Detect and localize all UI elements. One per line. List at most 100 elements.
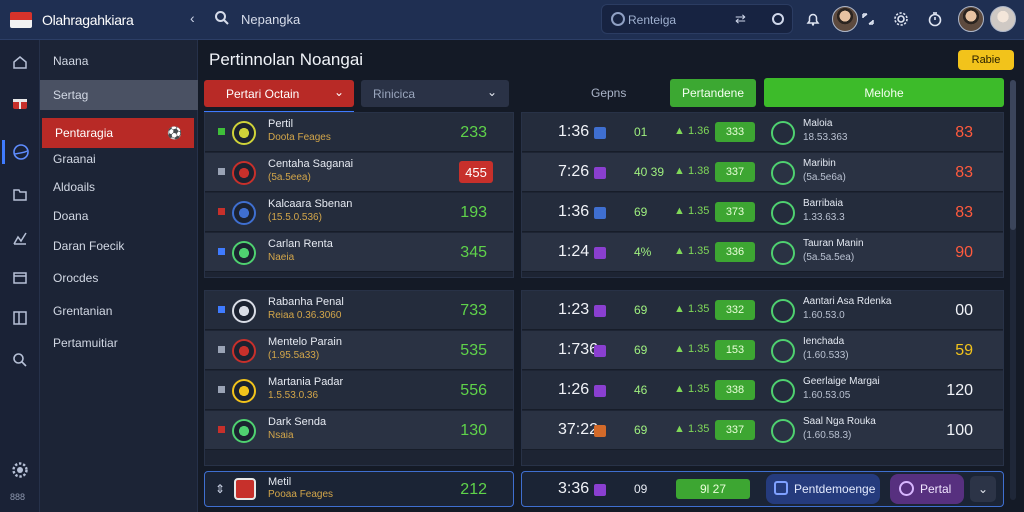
status-marker (218, 306, 225, 313)
odds-pill[interactable]: 338 (715, 380, 755, 400)
team-crest (234, 478, 256, 500)
team-score: 733 (460, 302, 487, 319)
table-row[interactable]: 1:36 01 ▲ 1.36 333 Maloia 18.53.363 83 (522, 113, 1003, 152)
table-row[interactable]: 7:26 40 39 ▲ 1.38 337 Maribin (5a.5e6a) 83 (522, 153, 1003, 192)
odds-pill[interactable]: 153 (715, 340, 755, 360)
team-value: 100 (946, 422, 973, 439)
globe-icon[interactable] (2, 140, 36, 164)
table-row[interactable]: 1:24 4% ▲ 1.35 336 Tauran Manin (5a.5a.5ea) 90 (522, 233, 1003, 272)
sidebar-item-daran-foecik[interactable]: Daran Foecik (40, 231, 198, 261)
odds-pill[interactable]: 373 (715, 202, 755, 222)
table-row[interactable]: Carlan Renta Naeia 345 (205, 233, 513, 272)
gift-icon[interactable] (8, 90, 32, 114)
avatar[interactable] (832, 6, 858, 32)
expand-icon[interactable] (857, 8, 879, 30)
footer-right-card[interactable]: 3:36 09 9l 27 Pentdemoenge Pertal ⌄ (521, 471, 1004, 507)
melohe-button[interactable]: Melohe (764, 78, 1004, 107)
sidebar-item-grentanian[interactable]: Grentanian (40, 296, 198, 326)
team-sub: (5a.5a.5ea) (803, 252, 855, 263)
team-crest (771, 161, 795, 185)
odds-pill-label: 337 (725, 166, 745, 178)
settings-icon[interactable] (890, 8, 912, 30)
odds-pill[interactable]: 336 (715, 242, 755, 262)
sidebar-item-doana[interactable]: Doana (40, 201, 198, 231)
team-sub: (5a.5e6a) (803, 172, 846, 183)
sidebar-item-orocdes[interactable]: Orocdes (40, 263, 198, 293)
window-icon[interactable] (8, 266, 32, 290)
table-row[interactable]: Pertil Doota Feages 233 (205, 113, 513, 152)
search-icon[interactable] (8, 348, 32, 372)
status-marker (218, 426, 225, 433)
sidebar-item-sertag[interactable]: Sertag (40, 80, 198, 110)
table-row[interactable]: Mentelo Parain (1.95.5a33) 535 (205, 331, 513, 370)
team-name: Barribaia (803, 198, 844, 209)
status-square (594, 425, 606, 437)
table-row[interactable]: 1:26 46 ▲ 1.35 338 Geerlaige Margai 1.60.53.0… (522, 371, 1003, 410)
app-name: Olahragahkiara (42, 12, 134, 28)
odds-pill-label: 337 (725, 424, 745, 436)
chevron-down-icon: ⌄ (486, 85, 497, 99)
folder-icon[interactable] (8, 182, 32, 206)
match-time: 1:36 (558, 203, 590, 220)
table-row[interactable]: Kalcaara Sbenan (15.5.0.536) 193 (205, 193, 513, 232)
home-icon[interactable] (8, 50, 32, 74)
team-score: 193 (460, 204, 487, 221)
expand-icon[interactable]: ⇕ (215, 482, 225, 496)
sidebar-item-label: Graanai (53, 152, 96, 166)
team-crest (232, 161, 256, 185)
secondary-dropdown[interactable]: Rinicica ⌄ (361, 80, 509, 107)
team-score[interactable]: 455 (459, 161, 493, 183)
live-badge[interactable]: Rabie (958, 50, 1014, 70)
team-crest (771, 299, 795, 323)
filter-dropdown[interactable]: Pertari Octain ⌄ (204, 80, 354, 107)
table-row[interactable]: Centaha Saganai (5a.5eea) 455 (205, 153, 513, 192)
brand[interactable]: Olahragahkiara (0, 0, 182, 40)
sidebar-item-graanai[interactable]: Graanai (40, 144, 198, 174)
chart-icon[interactable] (8, 226, 32, 250)
timer-icon[interactable] (924, 8, 946, 30)
table-row[interactable]: 1:736 69 ▲ 1.35 153 Ienchada (1.60.533) 59 (522, 331, 1003, 370)
search-query[interactable]: Nepangka (241, 12, 300, 27)
team-sub: (1.60.533) (803, 350, 849, 361)
scrollbar-thumb[interactable] (1010, 80, 1016, 230)
sidebar-item-aldoails[interactable]: Aldoails (40, 172, 198, 202)
table-row[interactable]: 1:36 69 ▲ 1.35 373 Barribaia 1.33.63.3 83 (522, 193, 1003, 232)
layout-icon[interactable] (8, 306, 32, 330)
odds-pill[interactable]: 333 (715, 122, 755, 142)
avatar[interactable] (958, 6, 984, 32)
sidebar-item-naana[interactable]: Naana (40, 46, 198, 76)
match-time: 3:36 (558, 480, 590, 497)
odds-pill[interactable]: 337 (715, 420, 755, 440)
table-row[interactable]: 1:23 69 ▲ 1.35 332 Aantari Asa Rdenka 1.60.53… (522, 291, 1003, 330)
search-icon (611, 12, 625, 26)
shuffle-icon[interactable]: ⇄ (735, 11, 746, 27)
search-icon[interactable] (214, 10, 230, 26)
pentdemoenge-button[interactable]: Pentdemoenge (766, 474, 880, 504)
main-content: Pertinnolan Noangai Rabie Pertari Octain… (198, 40, 1024, 512)
sidebar-item-pertamuitiar[interactable]: Pertamuitiar (40, 328, 198, 358)
odds-pill[interactable]: 9l 27 (676, 479, 750, 499)
odds-pill[interactable]: 337 (715, 162, 755, 182)
status-square (594, 345, 606, 357)
table-row[interactable]: Rabanha Penal Reiaa 0.36.3060 733 (205, 291, 513, 330)
trend-indicator: ▲ 1.35 (674, 205, 710, 217)
odds-pill-label: 153 (725, 344, 745, 356)
pertandene-button[interactable]: Pertandene (670, 79, 756, 107)
table-row[interactable]: Dark Senda Nsaia 130 (205, 411, 513, 450)
record-icon[interactable] (772, 13, 784, 25)
bell-icon[interactable] (802, 8, 824, 30)
team-value: 83 (955, 164, 973, 181)
footer-left-card[interactable]: ⇕ Metil Pooaa Feages 212 (204, 471, 514, 507)
page-title: Pertinnolan Noangai (209, 50, 364, 69)
table-row[interactable]: 37:22 69 ▲ 1.35 337 Saal Nga Rouka (1.60.58.3… (522, 411, 1003, 450)
settings-icon[interactable] (8, 458, 32, 482)
scrollbar[interactable] (1010, 80, 1016, 500)
chevron-down-button[interactable]: ⌄ (970, 476, 996, 502)
odds-pill[interactable]: 332 (715, 300, 755, 320)
search-box[interactable]: Renteiga ⇄ (601, 4, 793, 34)
pertal-button[interactable]: Pertal (890, 474, 964, 504)
avatar[interactable] (990, 6, 1016, 32)
table-row[interactable]: Martania Padar 1.5.53.0.36 556 (205, 371, 513, 410)
back-button[interactable]: ‹ (190, 10, 195, 26)
match-time: 37:22 (558, 421, 599, 438)
